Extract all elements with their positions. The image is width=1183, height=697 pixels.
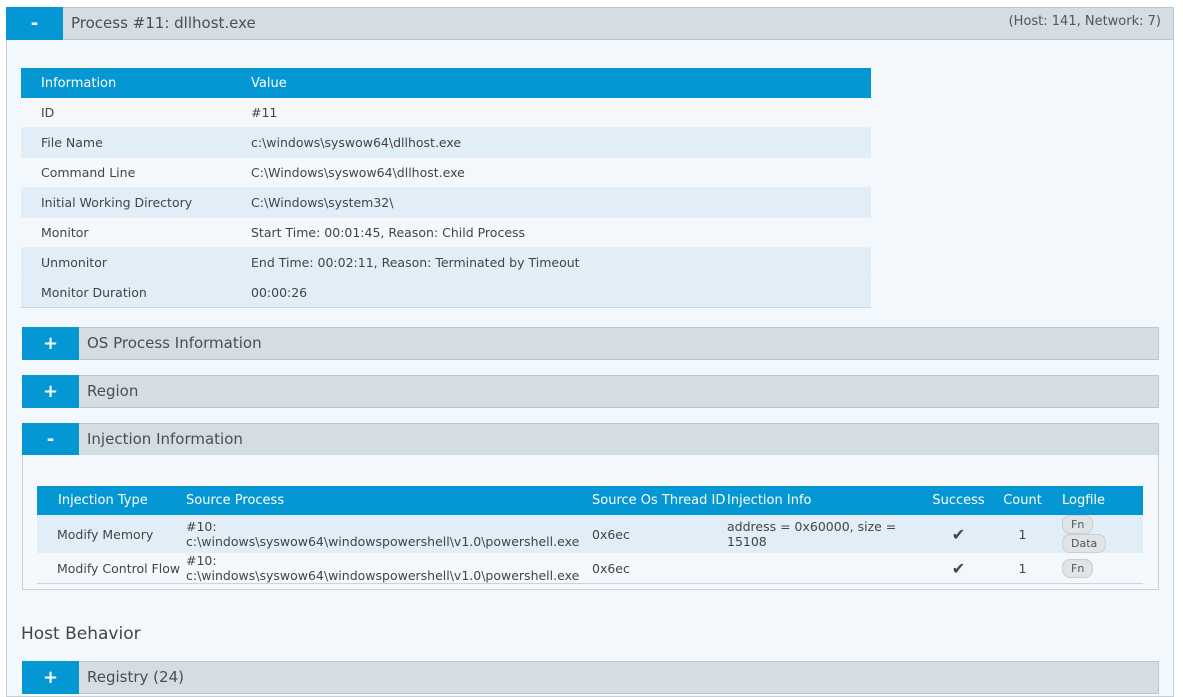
info-header-information: Information [21,68,231,98]
table-row: Unmonitor End Time: 00:02:11, Reason: Te… [21,247,871,278]
process-title: Process #11: dllhost.exe [71,14,256,32]
table-row: File Name c:\windows\syswow64\dllhost.ex… [21,127,871,158]
host-behavior-heading: Host Behavior [21,624,141,644]
injection-section-bar: - Injection Information [22,423,1159,456]
info-label: Monitor Duration [21,277,231,308]
table-row: Monitor Duration 00:00:26 [21,277,871,308]
success-check-icon: ✔ [922,553,995,584]
injection-section-title[interactable]: Injection Information [87,424,243,455]
info-value: End Time: 00:02:11, Reason: Terminated b… [231,247,871,278]
collapse-process-toggle[interactable]: - [6,7,63,40]
col-logfile: Logfile [1050,486,1143,515]
expand-region-toggle[interactable]: + [22,375,79,408]
info-label: Monitor [21,217,231,248]
table-row: Command Line C:\Windows\syswow64\dllhost… [21,157,871,188]
col-injection-info: Injection Info [727,486,922,515]
logfile-fn-button[interactable]: Fn [1062,558,1094,578]
injection-table: Injection Type Source Process Source Os … [37,486,1143,584]
info-value: c:\windows\syswow64\dllhost.exe [231,127,871,158]
source-thread-id: 0x6ec [592,515,727,553]
registry-section-bar: + Registry (24) [22,661,1159,694]
table-row: Modify Control Flow #10: c:\windows\sysw… [37,553,1143,584]
process-info-table: Information Value ID #11 File Name c:\wi… [21,68,871,308]
expand-registry-toggle[interactable]: + [22,661,79,694]
expand-os-process-toggle[interactable]: + [22,327,79,360]
process-activity-counts: (Host: 141, Network: 7) [1008,14,1161,29]
info-label: Unmonitor [21,247,231,278]
injection-count: 1 [995,515,1050,553]
col-count: Count [995,486,1050,515]
injection-info: address = 0x60000, size = 15108 [727,515,922,553]
table-row: Monitor Start Time: 00:01:45, Reason: Ch… [21,217,871,248]
injection-type: Modify Control Flow [37,553,186,584]
col-source-process: Source Process [186,486,592,515]
col-success: Success [922,486,995,515]
logfile-fn-button[interactable]: Fn [1062,515,1094,534]
injection-info [727,553,922,584]
col-injection-type: Injection Type [37,486,186,515]
source-process: #10: c:\windows\syswow64\windowspowershe… [186,553,592,584]
table-row: ID #11 [21,98,871,128]
source-process: #10: c:\windows\syswow64\windowspowershe… [186,515,592,553]
process-header-bar: - Process #11: dllhost.exe (Host: 141, N… [6,7,1174,40]
info-value: 00:00:26 [231,277,871,308]
info-label: File Name [21,127,231,158]
info-value: Start Time: 00:01:45, Reason: Child Proc… [231,217,871,248]
success-check-icon: ✔ [922,515,995,553]
injection-type: Modify Memory [37,515,186,553]
region-section-title[interactable]: Region [87,376,138,407]
info-label: Command Line [21,157,231,188]
table-row: Initial Working Directory C:\Windows\sys… [21,187,871,218]
table-row: Modify Memory #10: c:\windows\syswow64\w… [37,515,1143,553]
os-process-section-bar: + OS Process Information [22,327,1159,360]
info-header-value: Value [231,68,871,98]
info-value: #11 [231,98,871,128]
info-label: ID [21,98,231,128]
col-source-thread-id: Source Os Thread ID [592,486,727,515]
logfile-data-button[interactable]: Data [1062,534,1107,553]
source-thread-id: 0x6ec [592,553,727,584]
info-label: Initial Working Directory [21,187,231,218]
injection-count: 1 [995,553,1050,584]
collapse-injection-toggle[interactable]: - [22,423,79,456]
info-value: C:\Windows\system32\ [231,187,871,218]
info-value: C:\Windows\syswow64\dllhost.exe [231,157,871,188]
region-section-bar: + Region [22,375,1159,408]
os-process-section-title[interactable]: OS Process Information [87,328,262,359]
registry-section-title[interactable]: Registry (24) [87,662,184,693]
